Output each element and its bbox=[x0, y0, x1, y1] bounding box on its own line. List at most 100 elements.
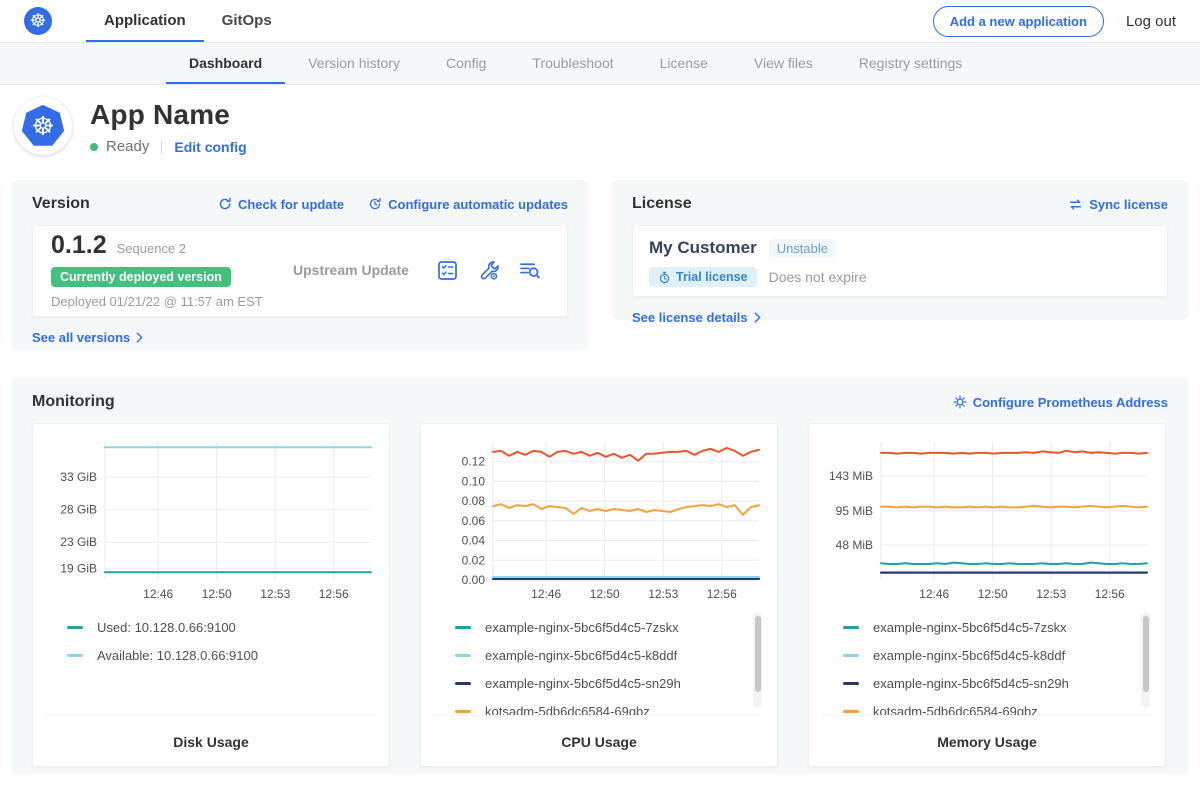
tab-registry-settings[interactable]: Registry settings bbox=[836, 43, 985, 84]
license-expiry: Does not expire bbox=[769, 269, 867, 285]
svg-text:12:56: 12:56 bbox=[1095, 587, 1125, 601]
kubernetes-app-icon: ☸ bbox=[21, 104, 65, 148]
memory-usage-legend: example-nginx-5bc6f5d4c5-7zskx example-ng… bbox=[821, 610, 1153, 716]
chevron-right-icon bbox=[136, 332, 143, 343]
svg-text:0.10: 0.10 bbox=[462, 474, 486, 488]
brand: ☸ bbox=[24, 0, 52, 42]
scrollbar-thumb[interactable] bbox=[1143, 616, 1149, 692]
svg-text:12:50: 12:50 bbox=[202, 587, 232, 601]
legend-color-dash bbox=[843, 626, 859, 629]
svg-text:12:46: 12:46 bbox=[531, 587, 561, 601]
version-source-label: Upstream Update bbox=[281, 262, 436, 278]
kubernetes-logo-icon: ☸ bbox=[24, 7, 52, 35]
svg-text:12:50: 12:50 bbox=[590, 587, 620, 601]
svg-text:23 GiB: 23 GiB bbox=[60, 535, 97, 549]
add-application-button[interactable]: Add a new application bbox=[933, 6, 1104, 37]
legend-item: example-nginx-5bc6f5d4c5-7zskx bbox=[455, 620, 765, 635]
legend-label: kotsadm-5db6dc6584-69qbz bbox=[873, 704, 1038, 716]
license-card: License Sync license My Customer Unstabl… bbox=[612, 180, 1188, 320]
tab-application[interactable]: Application bbox=[86, 0, 204, 42]
channel-badge: Unstable bbox=[769, 239, 836, 258]
svg-text:95 MiB: 95 MiB bbox=[836, 504, 873, 518]
legend-scrollbar[interactable] bbox=[753, 612, 762, 708]
tab-license[interactable]: License bbox=[637, 43, 731, 84]
tab-troubleshoot[interactable]: Troubleshoot bbox=[509, 43, 636, 84]
legend-label: example-nginx-5bc6f5d4c5-7zskx bbox=[873, 620, 1067, 635]
license-type-badge: Trial license bbox=[649, 267, 757, 287]
legend-label: kotsadm-5db6dc6584-69qbz bbox=[485, 704, 650, 716]
config-wrench-icon[interactable] bbox=[477, 259, 500, 282]
top-nav: ☸ Application GitOps Add a new applicati… bbox=[0, 0, 1200, 42]
tab-version-history[interactable]: Version history bbox=[285, 43, 423, 84]
legend-color-dash bbox=[67, 654, 83, 657]
check-for-update-link[interactable]: Check for update bbox=[218, 197, 344, 212]
sync-license-link[interactable]: Sync license bbox=[1068, 197, 1168, 212]
see-license-details-link[interactable]: See license details bbox=[632, 310, 761, 325]
deployed-timestamp: Deployed 01/21/22 @ 11:57 am EST bbox=[51, 294, 281, 309]
svg-text:0.00: 0.00 bbox=[462, 573, 486, 587]
legend-label: Used: 10.128.0.66:9100 bbox=[97, 620, 236, 635]
preflight-checklist-icon[interactable] bbox=[436, 259, 459, 282]
monitoring-section: Monitoring Configure Prometheus Address … bbox=[12, 378, 1188, 774]
logout-link[interactable]: Log out bbox=[1126, 13, 1176, 30]
legend-item: kotsadm-5db6dc6584-69qbz bbox=[455, 704, 765, 716]
svg-text:143 MiB: 143 MiB bbox=[829, 469, 873, 483]
legend-color-dash bbox=[67, 626, 83, 629]
current-version-box: 0.1.2 Sequence 2 Currently deployed vers… bbox=[32, 225, 568, 317]
app-sub-nav: Dashboard Version history Config Trouble… bbox=[0, 42, 1200, 85]
legend-label: example-nginx-5bc6f5d4c5-sn29h bbox=[873, 676, 1069, 691]
page-title: App Name bbox=[90, 99, 247, 131]
legend-color-dash bbox=[843, 654, 859, 657]
legend-item: example-nginx-5bc6f5d4c5-7zskx bbox=[843, 620, 1153, 635]
legend-label: Available: 10.128.0.66:9100 bbox=[97, 648, 258, 663]
legend-item: example-nginx-5bc6f5d4c5-sn29h bbox=[455, 676, 765, 691]
chart-title-memory: Memory Usage bbox=[821, 734, 1153, 766]
legend-color-dash bbox=[843, 682, 859, 685]
license-details-box: My Customer Unstable Trial license Does … bbox=[632, 225, 1168, 297]
tab-gitops[interactable]: GitOps bbox=[204, 0, 290, 42]
disk-usage-chart-card: 12:4612:5012:5312:5633 GiB28 GiB23 GiB19… bbox=[32, 423, 390, 767]
chevron-right-icon bbox=[754, 312, 761, 323]
svg-text:12:50: 12:50 bbox=[978, 587, 1008, 601]
svg-text:48 MiB: 48 MiB bbox=[836, 538, 873, 552]
chart-title-cpu: CPU Usage bbox=[433, 734, 765, 766]
view-files-search-icon[interactable] bbox=[518, 259, 541, 282]
disk-usage-chart: 12:4612:5012:5312:5633 GiB28 GiB23 GiB19… bbox=[45, 434, 379, 606]
tab-config[interactable]: Config bbox=[423, 43, 509, 84]
scrollbar-thumb[interactable] bbox=[755, 616, 761, 692]
svg-text:28 GiB: 28 GiB bbox=[60, 503, 97, 517]
tab-dashboard[interactable]: Dashboard bbox=[166, 43, 285, 84]
disk-usage-legend: Used: 10.128.0.66:9100 Available: 10.128.… bbox=[45, 610, 377, 716]
app-header: ☸ App Name Ready Edit config bbox=[0, 85, 1200, 171]
memory-usage-chart-card: 12:4612:5012:5312:56143 MiB95 MiB48 MiB … bbox=[808, 423, 1166, 767]
svg-text:0.06: 0.06 bbox=[462, 514, 486, 528]
svg-text:12:53: 12:53 bbox=[260, 587, 290, 601]
see-all-versions-link[interactable]: See all versions bbox=[32, 330, 143, 345]
sync-arrows-icon bbox=[1068, 197, 1083, 212]
gear-icon bbox=[953, 395, 967, 409]
legend-scrollbar[interactable] bbox=[1141, 612, 1150, 708]
legend-item: example-nginx-5bc6f5d4c5-sn29h bbox=[843, 676, 1153, 691]
legend-item: Used: 10.128.0.66:9100 bbox=[67, 620, 377, 635]
legend-color-dash bbox=[455, 654, 471, 657]
legend-color-dash bbox=[843, 710, 859, 713]
svg-text:19 GiB: 19 GiB bbox=[60, 561, 97, 575]
top-nav-tabs: Application GitOps bbox=[86, 0, 290, 42]
monitoring-title: Monitoring bbox=[32, 393, 115, 411]
legend-label: example-nginx-5bc6f5d4c5-k8ddf bbox=[873, 648, 1065, 663]
configure-automatic-updates-link[interactable]: Configure automatic updates bbox=[368, 197, 568, 212]
top-nav-right: Add a new application Log out bbox=[933, 0, 1176, 42]
tab-view-files[interactable]: View files bbox=[731, 43, 836, 84]
status-badge: Ready bbox=[106, 138, 149, 155]
svg-text:0.02: 0.02 bbox=[462, 553, 486, 567]
svg-text:12:56: 12:56 bbox=[319, 587, 349, 601]
refresh-icon bbox=[218, 197, 232, 211]
svg-text:12:46: 12:46 bbox=[143, 587, 173, 601]
edit-config-link[interactable]: Edit config bbox=[174, 139, 246, 155]
legend-label: example-nginx-5bc6f5d4c5-sn29h bbox=[485, 676, 681, 691]
svg-text:0.12: 0.12 bbox=[462, 455, 486, 469]
configure-prometheus-link[interactable]: Configure Prometheus Address bbox=[953, 395, 1168, 410]
stopwatch-icon bbox=[658, 271, 671, 284]
license-card-title: License bbox=[632, 195, 692, 213]
clock-refresh-icon bbox=[368, 197, 382, 211]
